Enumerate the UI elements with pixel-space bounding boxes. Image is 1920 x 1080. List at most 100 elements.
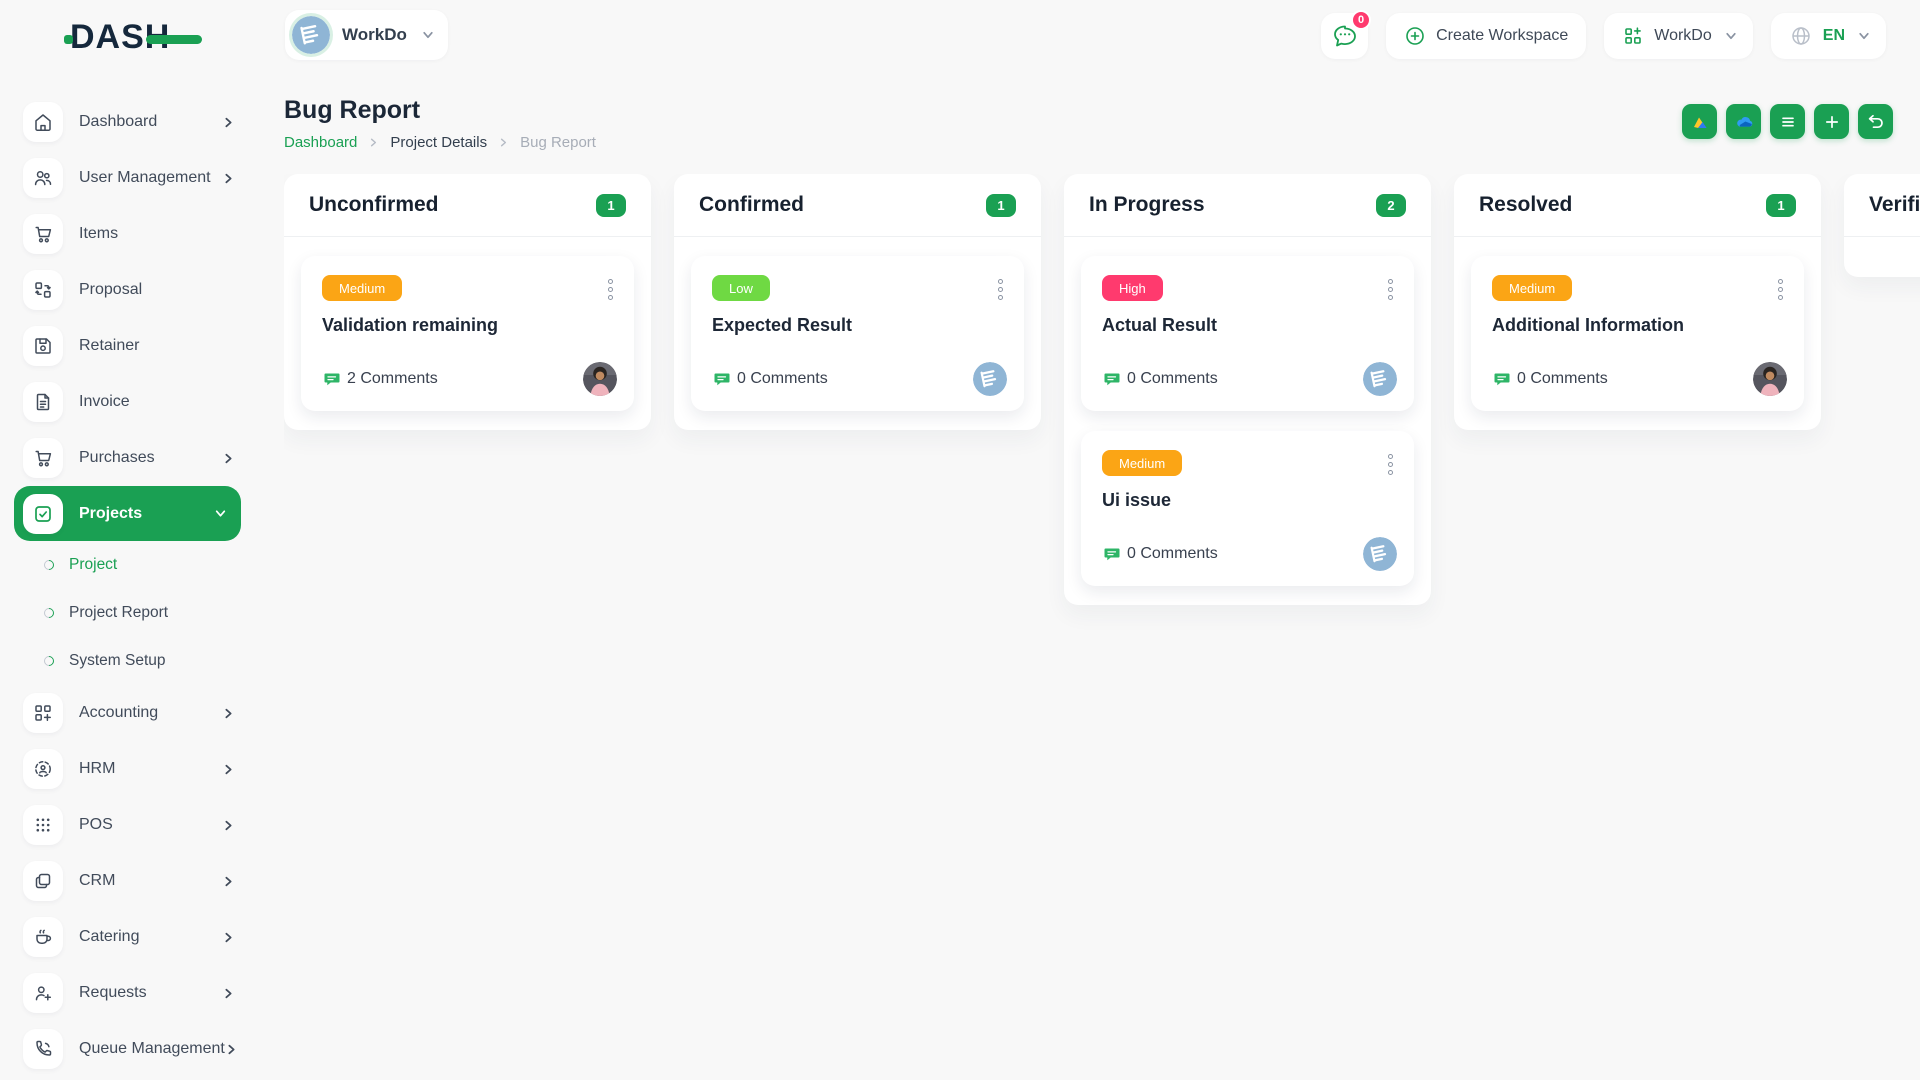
chevron-right-icon xyxy=(222,707,235,720)
list-view-button[interactable] xyxy=(1770,104,1805,139)
priority-badge: Medium xyxy=(322,275,402,301)
chevron-right-icon xyxy=(222,819,235,832)
sidebar-item-accounting[interactable]: Accounting xyxy=(0,685,255,741)
sidebar-item-dashboard[interactable]: Dashboard xyxy=(0,94,255,150)
phone-call-icon xyxy=(23,1029,63,1069)
workspace-avatar-icon xyxy=(292,16,330,54)
column-title: Verified xyxy=(1869,193,1920,217)
kanban-column-resolved: Resolved 1 Medium Additional Information xyxy=(1454,174,1821,430)
column-count-badge: 1 xyxy=(986,194,1016,217)
column-count-badge: 2 xyxy=(1376,194,1406,217)
sidebar: Dashboard User Management Items xyxy=(0,72,255,1080)
sidebar-item-queue-management[interactable]: Queue Management xyxy=(0,1021,255,1077)
sidebar-item-retainer[interactable]: Retainer xyxy=(0,318,255,374)
column-body xyxy=(1844,237,1920,277)
sidebar-subitem-project-report[interactable]: Project Report xyxy=(0,589,255,637)
logo-accent-dash xyxy=(146,35,202,44)
workspace-selector[interactable]: WorkDo xyxy=(285,10,448,60)
card-footer: 2 Comments xyxy=(322,362,617,396)
sidebar-item-pos[interactable]: POS xyxy=(0,797,255,853)
grid-plus-icon xyxy=(23,693,63,733)
column-header: Verified xyxy=(1844,174,1920,237)
card-footer: 0 Comments xyxy=(1102,362,1397,396)
onedrive-button[interactable] xyxy=(1726,104,1761,139)
chevron-right-icon xyxy=(222,875,235,888)
google-drive-icon xyxy=(1690,112,1709,131)
app-logo[interactable]: DASH xyxy=(64,20,202,54)
sidebar-subitem-project[interactable]: Project xyxy=(0,541,255,589)
google-drive-button[interactable] xyxy=(1682,104,1717,139)
assignee-avatar xyxy=(1753,362,1787,396)
sidebar-item-proposal[interactable]: Proposal xyxy=(0,262,255,318)
chevron-down-icon xyxy=(1719,30,1737,43)
messages-button[interactable]: 0 xyxy=(1321,13,1368,59)
column-header: Resolved 1 xyxy=(1454,174,1821,237)
column-title: Unconfirmed xyxy=(309,193,439,217)
assignee-avatar xyxy=(973,362,1007,396)
card-title[interactable]: Actual Result xyxy=(1102,315,1393,336)
plus-circle-icon xyxy=(1404,25,1426,47)
create-workspace-button[interactable]: Create Workspace xyxy=(1386,13,1586,59)
card-menu-button[interactable] xyxy=(1386,275,1395,304)
assignee-avatar xyxy=(1363,537,1397,571)
list-icon xyxy=(1779,113,1797,131)
card-menu-button[interactable] xyxy=(1776,275,1785,304)
sidebar-item-items[interactable]: Items xyxy=(0,206,255,262)
kanban-column-confirmed: Confirmed 1 Low Expected Result 0 Co xyxy=(674,174,1041,430)
chevron-right-icon xyxy=(225,1043,238,1056)
card-title[interactable]: Ui issue xyxy=(1102,490,1393,511)
workspace-name: WorkDo xyxy=(342,25,407,45)
kanban-card[interactable]: Medium Ui issue 0 Comments xyxy=(1081,431,1414,586)
sidebar-item-user-management[interactable]: User Management xyxy=(0,150,255,206)
chevron-down-icon xyxy=(416,29,434,42)
column-title: Resolved xyxy=(1479,193,1572,217)
column-title: Confirmed xyxy=(699,193,804,217)
kanban-board: Unconfirmed 1 Medium Validation remainin… xyxy=(284,174,1920,1080)
column-count-badge: 1 xyxy=(596,194,626,217)
kanban-card[interactable]: Medium Additional Information 0 Comments xyxy=(1471,256,1804,411)
card-menu-button[interactable] xyxy=(606,275,615,304)
card-menu-button[interactable] xyxy=(996,275,1005,304)
column-body: Medium Validation remaining 2 Comments xyxy=(284,237,651,430)
sidebar-item-catering[interactable]: Catering xyxy=(0,909,255,965)
card-title[interactable]: Expected Result xyxy=(712,315,1003,336)
onedrive-icon xyxy=(1734,112,1754,132)
app-menu-dropdown[interactable]: WorkDo xyxy=(1604,13,1753,59)
messages-count-badge: 0 xyxy=(1351,10,1371,30)
language-dropdown[interactable]: EN xyxy=(1771,13,1886,59)
breadcrumb-dashboard-link[interactable]: Dashboard xyxy=(284,134,357,151)
breadcrumb-current: Bug Report xyxy=(520,134,596,151)
app-root: DASH WorkDo 0 xyxy=(0,0,1920,1080)
sidebar-item-requests[interactable]: Requests xyxy=(0,965,255,1021)
kanban-card[interactable]: Low Expected Result 0 Comments xyxy=(691,256,1024,411)
column-header: In Progress 2 xyxy=(1064,174,1431,237)
sidebar-item-crm[interactable]: CRM xyxy=(0,853,255,909)
copy-squares-icon xyxy=(23,861,63,901)
comments-indicator: 0 Comments xyxy=(1102,545,1218,564)
comment-icon xyxy=(1102,545,1121,564)
comments-count: 0 Comments xyxy=(737,370,828,388)
kanban-card[interactable]: High Actual Result 0 Comments xyxy=(1081,256,1414,411)
sidebar-subitem-system-setup[interactable]: System Setup xyxy=(0,637,255,685)
assignee-avatar xyxy=(1363,362,1397,396)
kanban-card[interactable]: Medium Validation remaining 2 Comments xyxy=(301,256,634,411)
card-title[interactable]: Additional Information xyxy=(1492,315,1783,336)
add-button[interactable] xyxy=(1814,104,1849,139)
comments-count: 0 Comments xyxy=(1127,370,1218,388)
sidebar-item-projects[interactable]: Projects xyxy=(14,486,241,541)
swap-boxes-icon xyxy=(23,270,63,310)
undo-arrow-icon xyxy=(1866,112,1885,131)
sidebar-item-hrm[interactable]: HRM xyxy=(0,741,255,797)
card-title[interactable]: Validation remaining xyxy=(322,315,613,336)
column-count-badge: 1 xyxy=(1766,194,1796,217)
card-menu-button[interactable] xyxy=(1386,450,1395,479)
checkbox-icon xyxy=(23,494,63,534)
bullet-icon xyxy=(42,654,56,668)
back-button[interactable] xyxy=(1858,104,1893,139)
sidebar-item-invoice[interactable]: Invoice xyxy=(0,374,255,430)
chevron-right-icon xyxy=(222,931,235,944)
sidebar-item-purchases[interactable]: Purchases xyxy=(0,430,255,486)
comments-indicator: 0 Comments xyxy=(1102,370,1218,389)
column-title: In Progress xyxy=(1089,193,1205,217)
breadcrumb-project-details-link[interactable]: Project Details xyxy=(390,134,487,151)
